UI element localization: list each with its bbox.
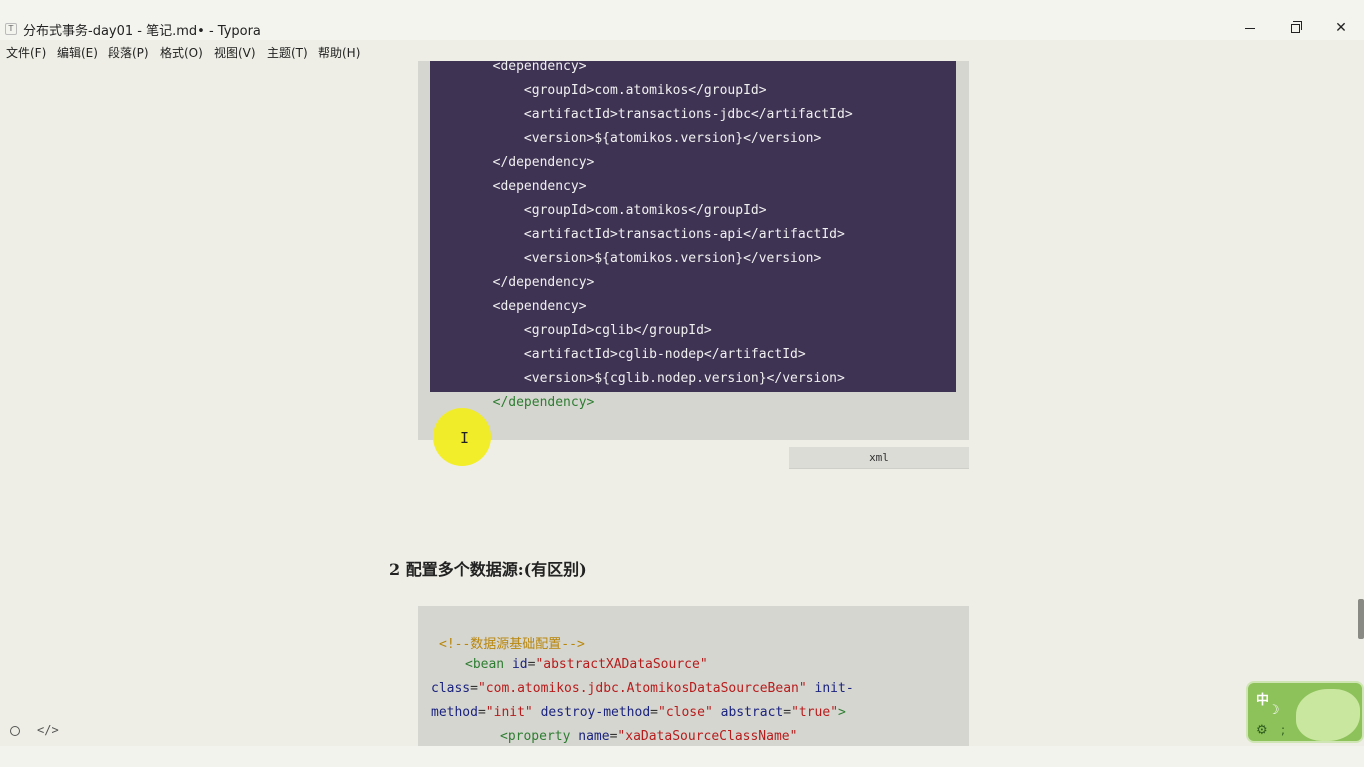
attr-id: id xyxy=(511,657,528,672)
menu-paragraph[interactable]: 段落(P) xyxy=(108,44,149,61)
value-destroy: "close" xyxy=(658,705,713,720)
value-id: "abstractXADataSource" xyxy=(535,657,708,672)
ime-halfwidth-icon[interactable]: ☽ xyxy=(1268,703,1280,718)
menu-format[interactable]: 格式(O) xyxy=(160,44,203,61)
minimize-button[interactable] xyxy=(1239,18,1261,38)
code-line: <groupId>cglib</groupId> xyxy=(430,323,712,338)
menu-edit[interactable]: 编辑(E) xyxy=(57,44,98,61)
code-line: </dependency> xyxy=(430,275,595,290)
bottom-strip xyxy=(0,746,1364,767)
value-init: "init" xyxy=(485,705,533,720)
window-titlebar: T 分布式事务-day01 - 笔记.md• - Typora ✕ xyxy=(0,0,1364,40)
code-line: <version>${atomikos.version}</version> xyxy=(430,131,822,146)
typora-app-icon: T xyxy=(5,23,17,35)
tag-close: > xyxy=(838,705,846,720)
window-title: 分布式事务-day01 - 笔记.md• - Typora xyxy=(23,24,261,39)
ime-toolbar[interactable]: 中 ☽ ⚙ ; xyxy=(1246,681,1364,743)
minimize-icon xyxy=(1245,27,1255,29)
ime-leaf-icon xyxy=(1296,689,1360,741)
code-line: <version>${cglib.nodep.version}</version… xyxy=(430,371,845,386)
code-line: <dependency> xyxy=(430,299,587,314)
code-line-method: method="init" destroy-method="close" abs… xyxy=(431,705,846,720)
ime-punctuation-icon[interactable]: ; xyxy=(1281,723,1285,737)
attr-name: name xyxy=(578,729,610,744)
bean-open-tag: <bean xyxy=(465,657,505,672)
code-line-class: class="com.atomikos.jdbc.AtomikosDataSou… xyxy=(431,681,854,696)
menu-help[interactable]: 帮助(H) xyxy=(318,44,360,61)
code-line: <dependency> xyxy=(430,59,587,74)
code-line-property: <property name="xaDataSourceClassName" xyxy=(500,729,798,744)
code-block-datasource[interactable] xyxy=(418,606,969,746)
code-line: <artifactId>cglib-nodep</artifactId> xyxy=(430,347,806,362)
menu-file[interactable]: 文件(F) xyxy=(6,44,46,61)
code-line: <version>${atomikos.version}</version> xyxy=(430,251,822,266)
vertical-scrollbar-thumb[interactable] xyxy=(1358,599,1364,639)
attr-abstract: abstract xyxy=(720,705,784,720)
outline-toggle-icon[interactable] xyxy=(10,726,20,736)
code-line: <artifactId>transactions-api</artifactId… xyxy=(430,227,845,242)
value-abstract: "true" xyxy=(791,705,839,720)
code-language-label[interactable]: xml xyxy=(789,447,969,469)
section-heading: 2 配置多个数据源:(有区别) xyxy=(389,560,587,579)
code-line: <groupId>com.atomikos</groupId> xyxy=(430,203,767,218)
value-class: "com.atomikos.jdbc.AtomikosDataSourceBea… xyxy=(477,681,807,696)
restore-icon xyxy=(1290,20,1302,33)
code-line: <artifactId>transactions-jdbc</artifactI… xyxy=(430,107,853,122)
value-name: "xaDataSourceClassName" xyxy=(617,729,798,744)
close-button[interactable]: ✕ xyxy=(1330,18,1352,38)
attr-init-part1: init- xyxy=(814,681,854,696)
attr-init-part2: method xyxy=(431,705,478,720)
menubar: 文件(F) 编辑(E) 段落(P) 格式(O) 视图(V) 主题(T) 帮助(H… xyxy=(0,41,420,61)
code-line: <groupId>com.atomikos</groupId> xyxy=(430,83,767,98)
source-code-mode-icon[interactable]: </> xyxy=(37,723,59,737)
code-line: <dependency> xyxy=(430,179,587,194)
restore-button[interactable] xyxy=(1284,18,1306,38)
attr-destroy: destroy-method xyxy=(540,705,651,720)
code-line-bean: <bean id="abstractXADataSource" xyxy=(465,657,708,672)
text-cursor-icon: I xyxy=(460,429,470,447)
property-open-tag: <property xyxy=(500,729,571,744)
menu-view[interactable]: 视图(V) xyxy=(214,44,256,61)
close-icon: ✕ xyxy=(1335,20,1347,36)
code-comment: <!--数据源基础配置--> xyxy=(439,637,585,652)
attr-class: class xyxy=(431,681,471,696)
ime-settings-icon[interactable]: ⚙ xyxy=(1256,723,1268,738)
code-line: </dependency> xyxy=(430,155,595,170)
menu-theme[interactable]: 主题(T) xyxy=(267,44,308,61)
